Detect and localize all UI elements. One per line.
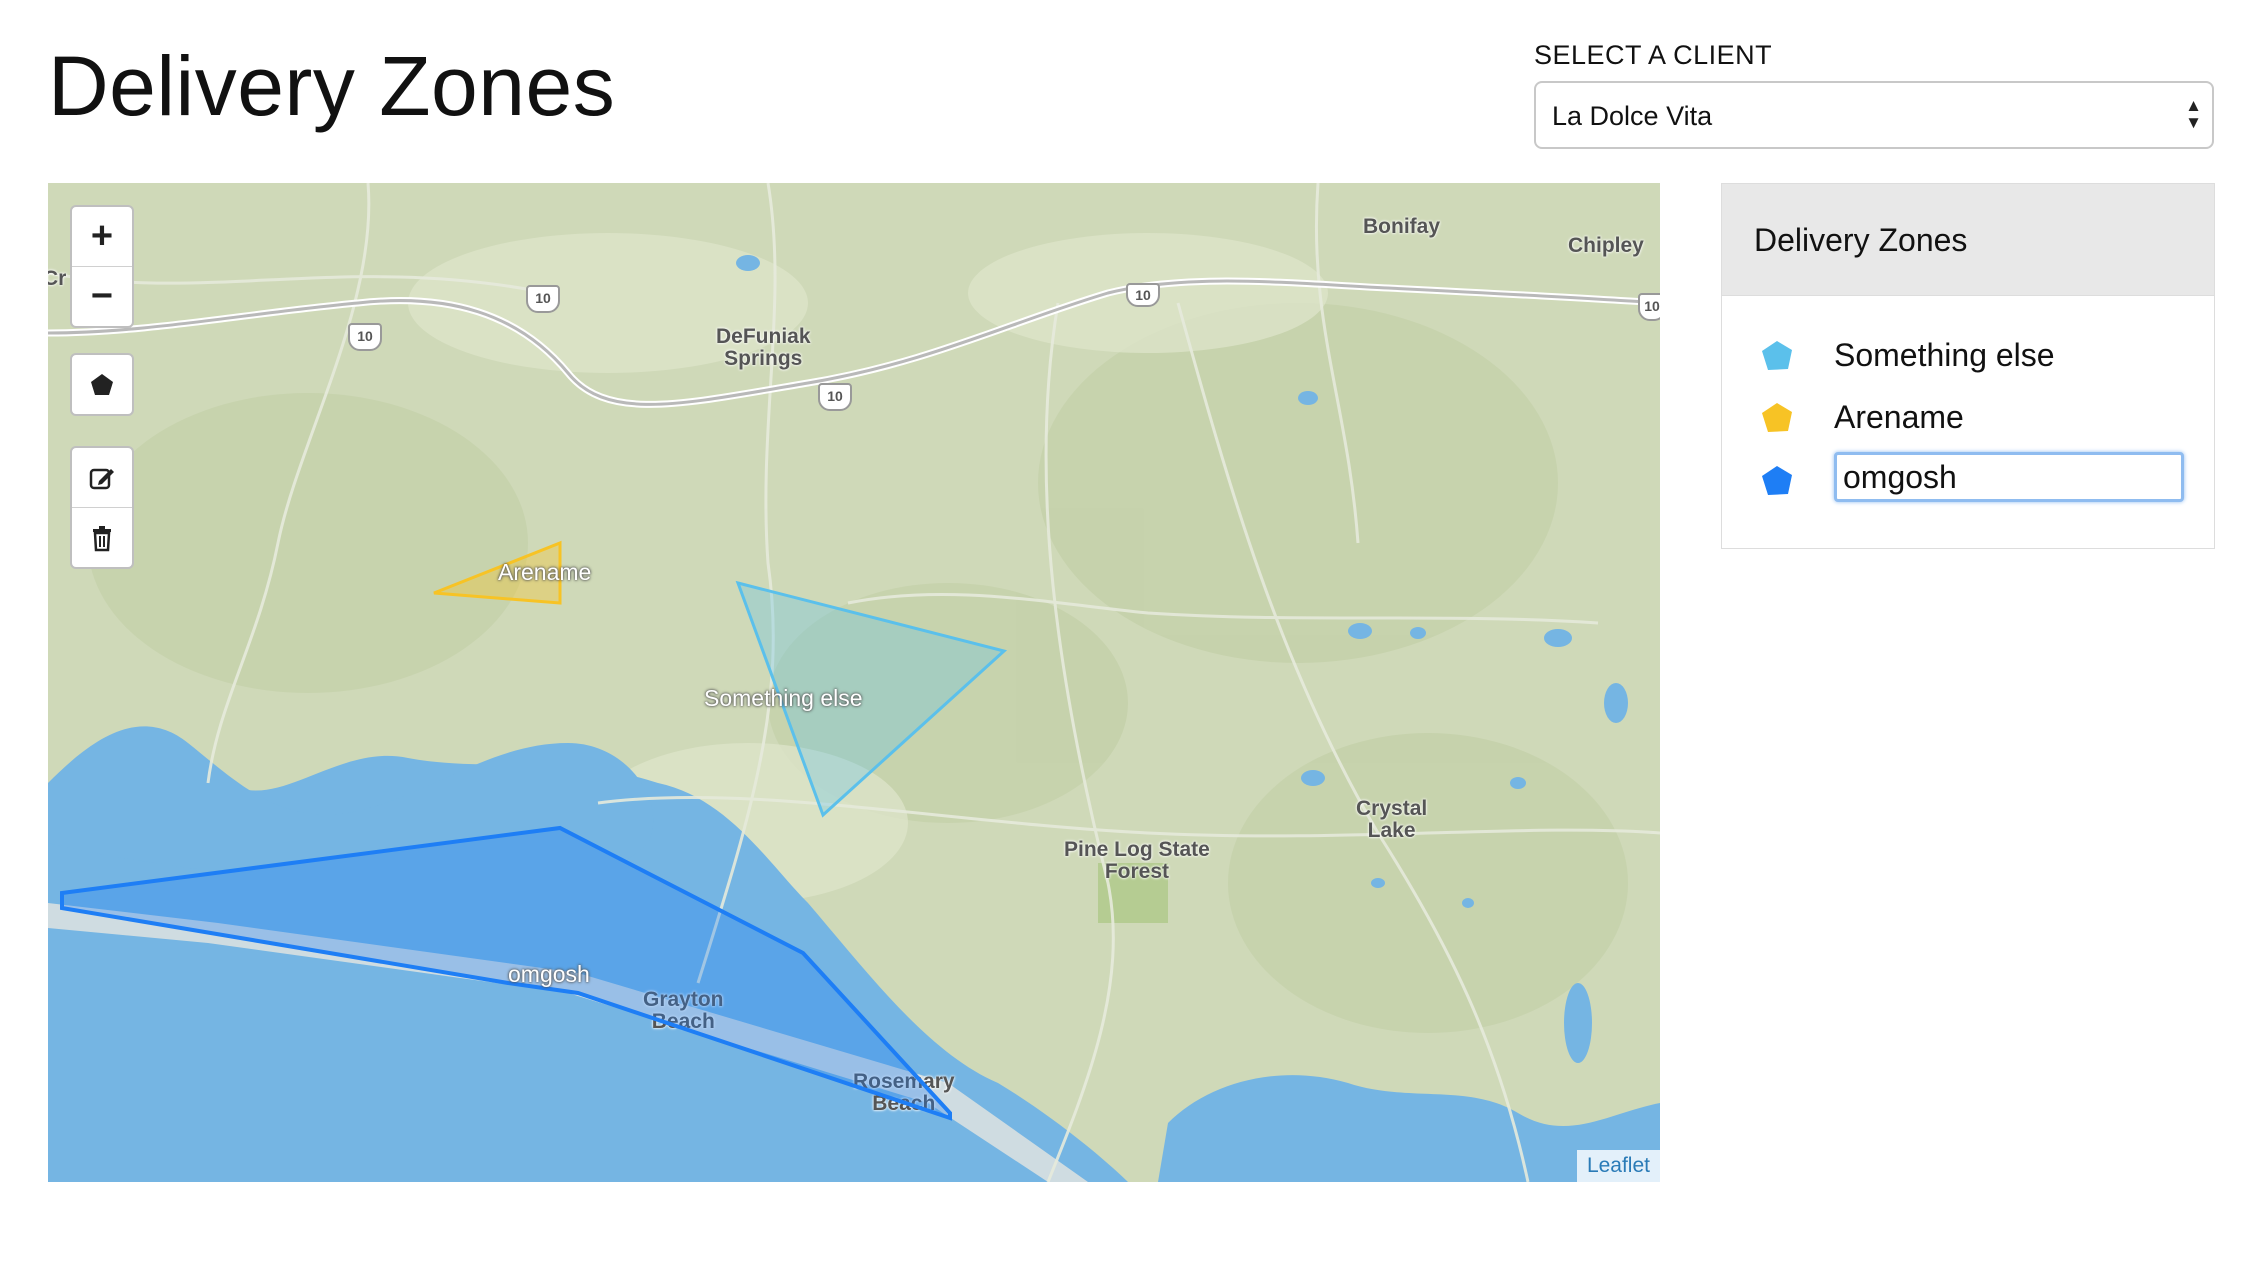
zones-panel-title: Delivery Zones — [1754, 222, 1968, 258]
zone-color-icon — [1762, 341, 1792, 370]
zone-color-icon — [1762, 403, 1792, 432]
zone-name: Something else — [1834, 337, 2055, 373]
zone-name: Arename — [1834, 399, 1964, 435]
client-select-label: SELECT A CLIENT — [1534, 40, 1773, 70]
zone-list-item[interactable]: Arename — [1722, 389, 2216, 445]
zoom-in-button[interactable]: + — [72, 207, 132, 267]
draw-polygon-button[interactable] — [72, 355, 132, 414]
edit-control — [70, 446, 134, 569]
select-arrows-icon: ▲ ▼ — [2185, 96, 2202, 132]
zones-panel: Delivery Zones Something else Arename — [1721, 183, 2215, 549]
zone-overlay — [60, 540, 1008, 1121]
zone-color-icon — [1762, 466, 1792, 495]
draw-control — [70, 353, 134, 416]
zone-name-input[interactable] — [1834, 452, 2184, 502]
zoom-control: + − — [70, 205, 134, 328]
zone-list-item[interactable] — [1722, 452, 2216, 508]
trash-icon — [93, 525, 111, 551]
map[interactable]: Bonifay Chipley DeFuniak Springs Crystal… — [48, 183, 1660, 1182]
leaflet-attribution-link[interactable]: Leaflet — [1576, 1150, 1660, 1182]
edit-layers-button[interactable] — [72, 448, 132, 508]
delete-layers-button[interactable] — [72, 508, 132, 567]
zones-panel-header: Delivery Zones — [1722, 184, 2214, 296]
page-title: Delivery Zones — [48, 39, 616, 133]
zone-label-omgosh: omgosh — [508, 961, 590, 987]
polygon-icon — [91, 373, 113, 395]
zone-list-item[interactable]: Something else — [1722, 327, 2216, 383]
zone-polygon-omgosh[interactable] — [60, 825, 952, 1121]
zone-label-something-else: Something else — [704, 685, 863, 711]
zone-label-arename: Arename — [498, 559, 592, 585]
zoom-out-button[interactable]: − — [72, 267, 132, 326]
client-select[interactable]: La Dolce Vita ▲ ▼ — [1534, 81, 2214, 149]
client-select-value: La Dolce Vita — [1552, 101, 1713, 131]
edit-icon — [89, 468, 114, 489]
